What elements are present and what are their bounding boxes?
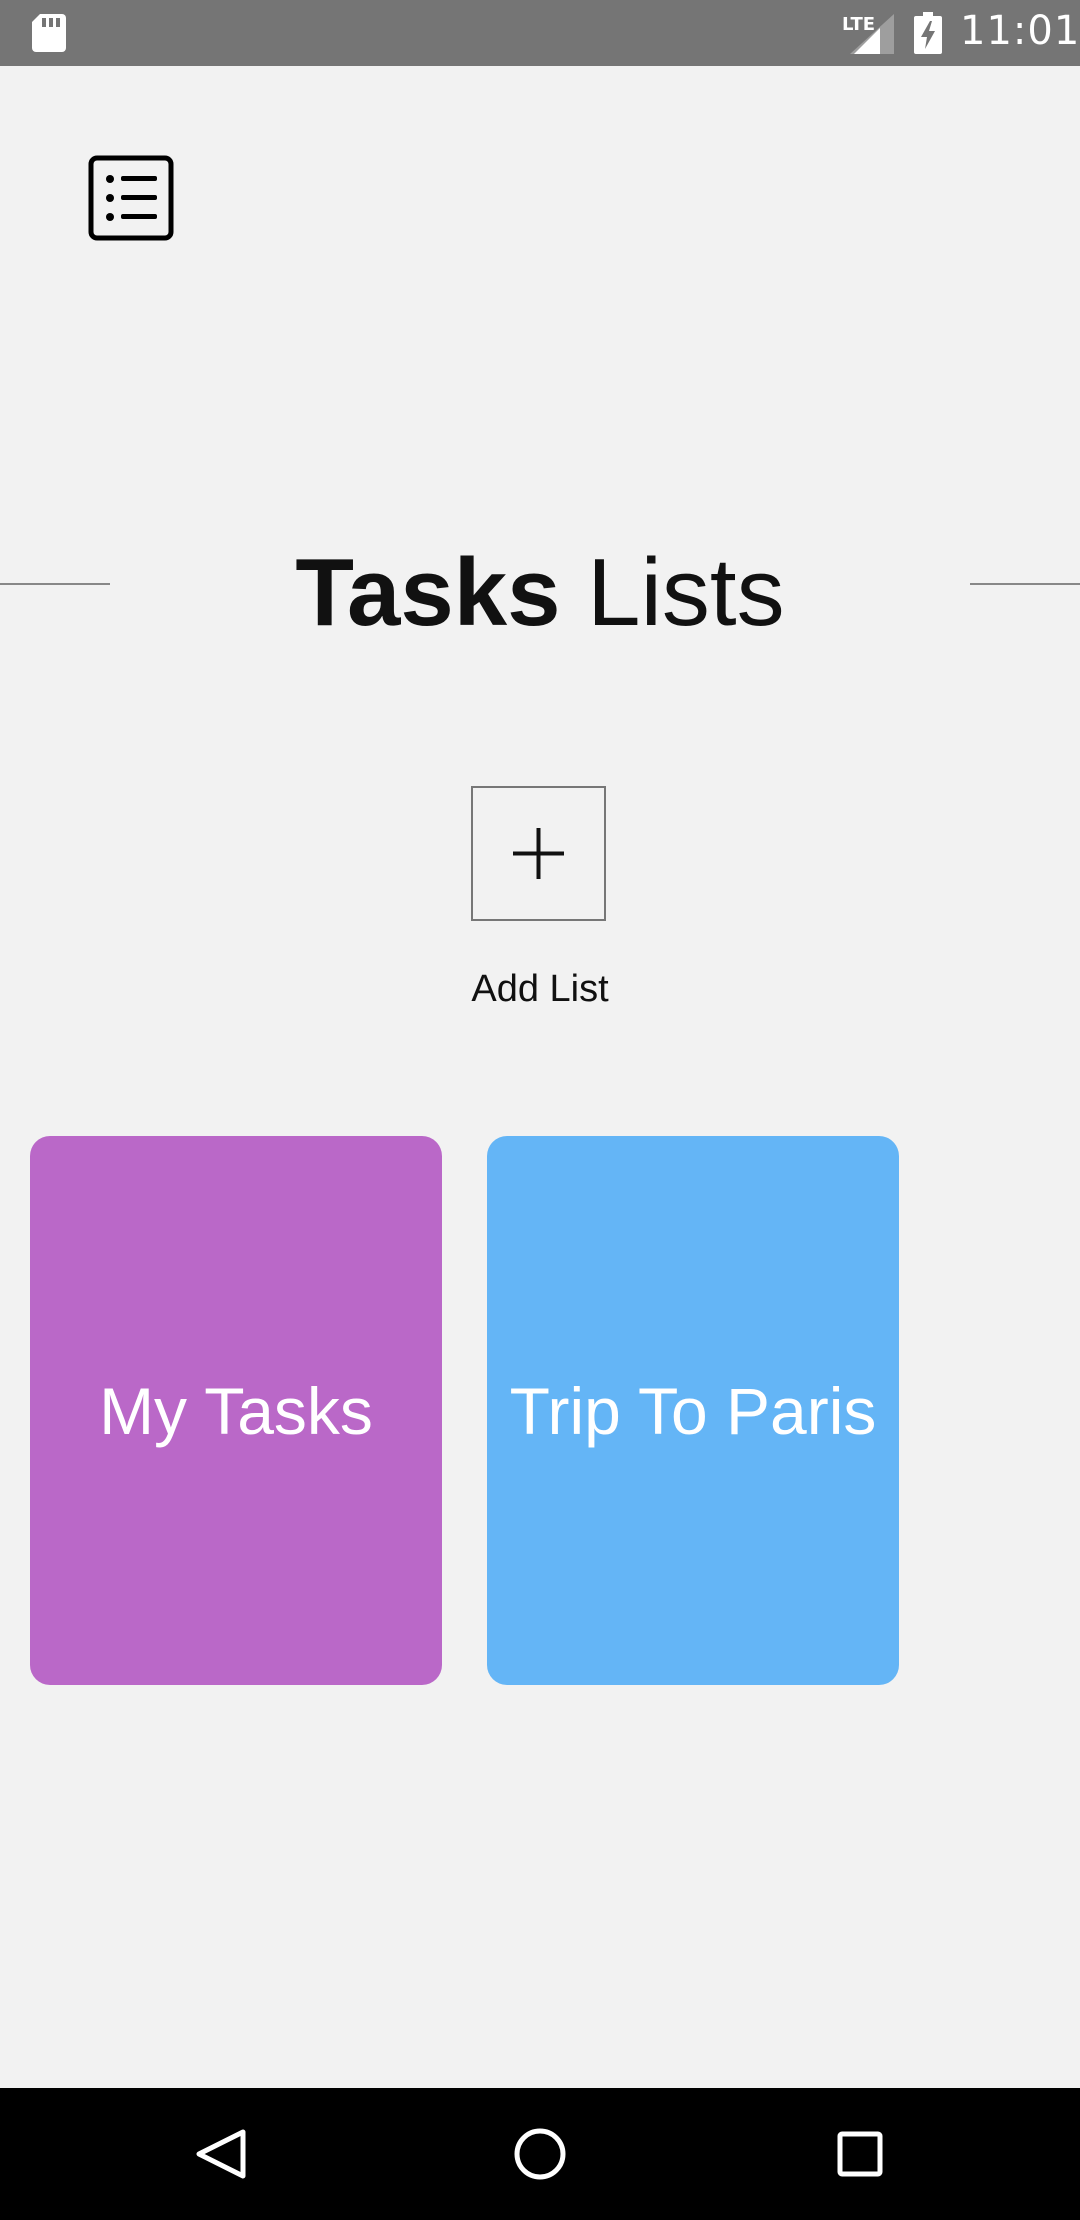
add-list-button[interactable] bbox=[471, 786, 606, 921]
signal-icon bbox=[850, 14, 894, 54]
home-icon bbox=[514, 2128, 566, 2180]
back-button[interactable] bbox=[160, 2088, 280, 2220]
page-title-bold: Tasks bbox=[295, 539, 561, 646]
list-icon[interactable] bbox=[88, 155, 174, 241]
status-bar: LTE 11:01 bbox=[0, 0, 1080, 66]
list-card-trip-to-paris[interactable]: Trip To Paris bbox=[487, 1136, 899, 1685]
recent-apps-icon bbox=[837, 2131, 883, 2177]
home-button[interactable] bbox=[480, 2088, 600, 2220]
back-icon bbox=[196, 2129, 246, 2179]
list-card-label: My Tasks bbox=[99, 1373, 373, 1448]
battery-charging-icon bbox=[914, 12, 942, 54]
clock: 11:01 bbox=[960, 8, 1080, 54]
sd-card-icon bbox=[32, 14, 66, 52]
list-card-my-tasks[interactable]: My Tasks bbox=[30, 1136, 442, 1685]
navigation-bar bbox=[0, 2088, 1080, 2220]
list-card-label: Trip To Paris bbox=[509, 1373, 877, 1448]
page-title: Tasks Lists bbox=[0, 538, 1080, 648]
page-title-regular: Lists bbox=[587, 539, 785, 646]
add-list-label: Add List bbox=[471, 968, 609, 1010]
plus-icon bbox=[513, 828, 564, 879]
recent-apps-button[interactable] bbox=[800, 2088, 920, 2220]
